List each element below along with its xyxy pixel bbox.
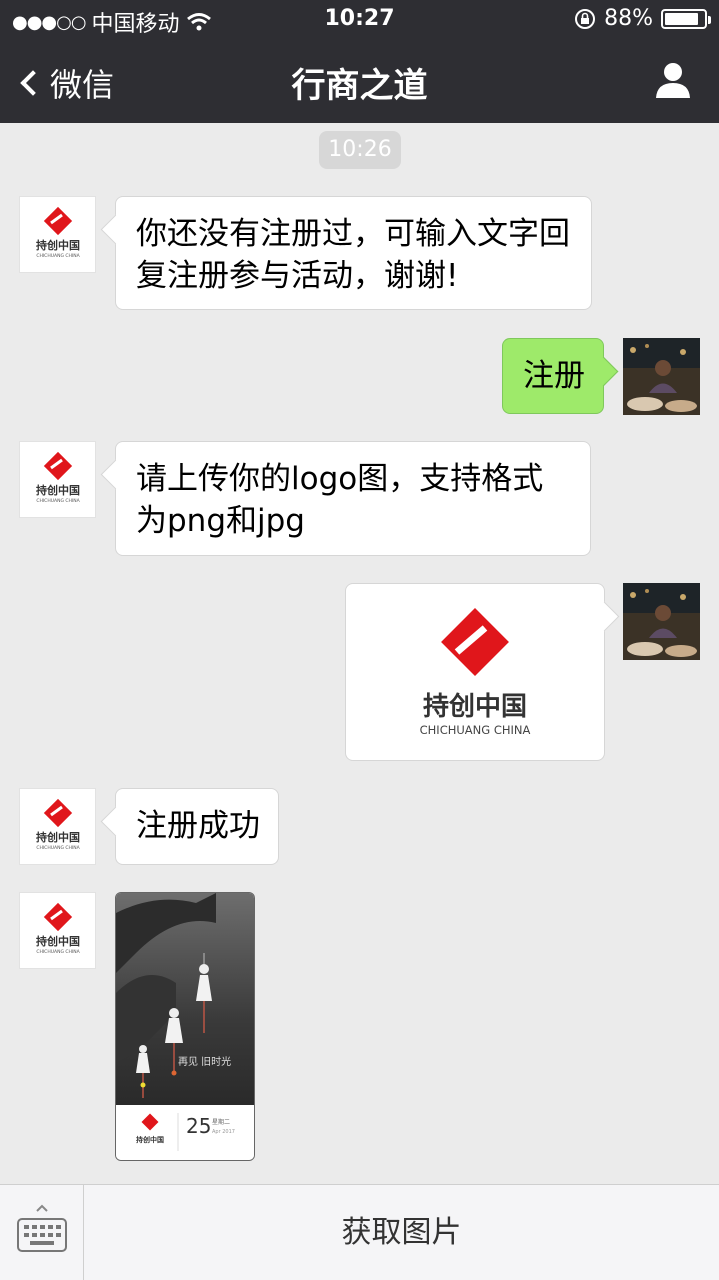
sender-avatar[interactable]: 持创中国 CHICHUANG CHINA [19, 788, 96, 865]
message-bubble[interactable]: 注册成功 [115, 788, 279, 865]
message-text: 请上传你的logo图，支持格式为png和jpg [136, 461, 544, 539]
message-bubble[interactable]: 你还没有注册过，可输入文字回复注册参与活动，谢谢! [115, 196, 592, 310]
person-icon[interactable] [653, 60, 693, 100]
user-avatar[interactable] [623, 338, 700, 415]
chichuang-logo-icon: 持创中国 CHICHUANG CHINA [36, 798, 81, 851]
svg-text:CHICHUANG CHINA: CHICHUANG CHINA [36, 498, 80, 504]
svg-text:持创中国: 持创中国 [136, 1135, 164, 1144]
rotation-lock-icon [575, 8, 596, 29]
sender-avatar[interactable]: 持创中国 CHICHUANG CHINA [19, 892, 96, 969]
keyboard-icon [17, 1204, 67, 1252]
svg-text:持创中国: 持创中国 [423, 692, 527, 722]
image-message-sent[interactable]: 持创中国 CHICHUANG CHINA [345, 583, 605, 761]
svg-text:星期二: 星期二 [212, 1118, 230, 1126]
svg-text:CHICHUANG CHINA: CHICHUANG CHINA [420, 723, 531, 737]
battery-fill [665, 12, 699, 25]
chichuang-logo-image: 持创中国 CHICHUANG CHINA [420, 608, 531, 737]
message-text: 你还没有注册过，可输入文字回复注册参与活动，谢谢! [136, 216, 570, 294]
user-avatar[interactable] [623, 583, 700, 660]
svg-text:CHICHUANG CHINA: CHICHUANG CHINA [36, 845, 80, 851]
message-bubble[interactable]: 请上传你的logo图，支持格式为png和jpg [115, 441, 591, 556]
message-bubble-sent[interactable]: 注册 [502, 338, 604, 414]
svg-text:持创中国: 持创中国 [36, 483, 80, 497]
chichuang-logo-icon: 持创中国 CHICHUANG CHINA [36, 206, 81, 259]
svg-text:Apr 2017: Apr 2017 [212, 1129, 235, 1135]
svg-text:25: 25 [186, 1114, 211, 1138]
svg-text:CHICHUANG CHINA: CHICHUANG CHINA [36, 949, 80, 955]
message-text: 注册 [523, 358, 585, 394]
svg-text:CHICHUANG CHINA: CHICHUANG CHINA [36, 253, 80, 259]
chichuang-logo-icon: 持创中国 CHICHUANG CHINA [36, 902, 81, 955]
message-text: 注册成功 [136, 808, 260, 844]
menu-get-picture[interactable]: 获取图片 [84, 1185, 719, 1280]
image-message-poster[interactable]: 再见 旧时光 持创中国 25 星期二 Apr 2017 [115, 892, 255, 1161]
battery-percent: 88% [604, 6, 653, 31]
svg-text:持创中国: 持创中国 [36, 934, 80, 948]
chichuang-logo-icon: 持创中国 CHICHUANG CHINA [36, 451, 81, 504]
bottom-menu-bar: 获取图片 [0, 1184, 719, 1280]
svg-text:再见 旧时光: 再见 旧时光 [178, 1055, 231, 1068]
nav-bar: 微信 行商之道 [0, 40, 719, 123]
keyboard-toggle-button[interactable] [0, 1185, 84, 1280]
chat-timestamp: 10:26 [319, 131, 401, 169]
svg-text:持创中国: 持创中国 [36, 830, 80, 844]
sender-avatar[interactable]: 持创中国 CHICHUANG CHINA [19, 196, 96, 273]
svg-text:持创中国: 持创中国 [36, 238, 80, 252]
battery-icon [661, 8, 711, 29]
sender-avatar[interactable]: 持创中国 CHICHUANG CHINA [19, 441, 96, 518]
page-title: 行商之道 [291, 66, 428, 106]
status-bar: ●●●○○ 中国移动 10:27 88% [0, 0, 719, 40]
